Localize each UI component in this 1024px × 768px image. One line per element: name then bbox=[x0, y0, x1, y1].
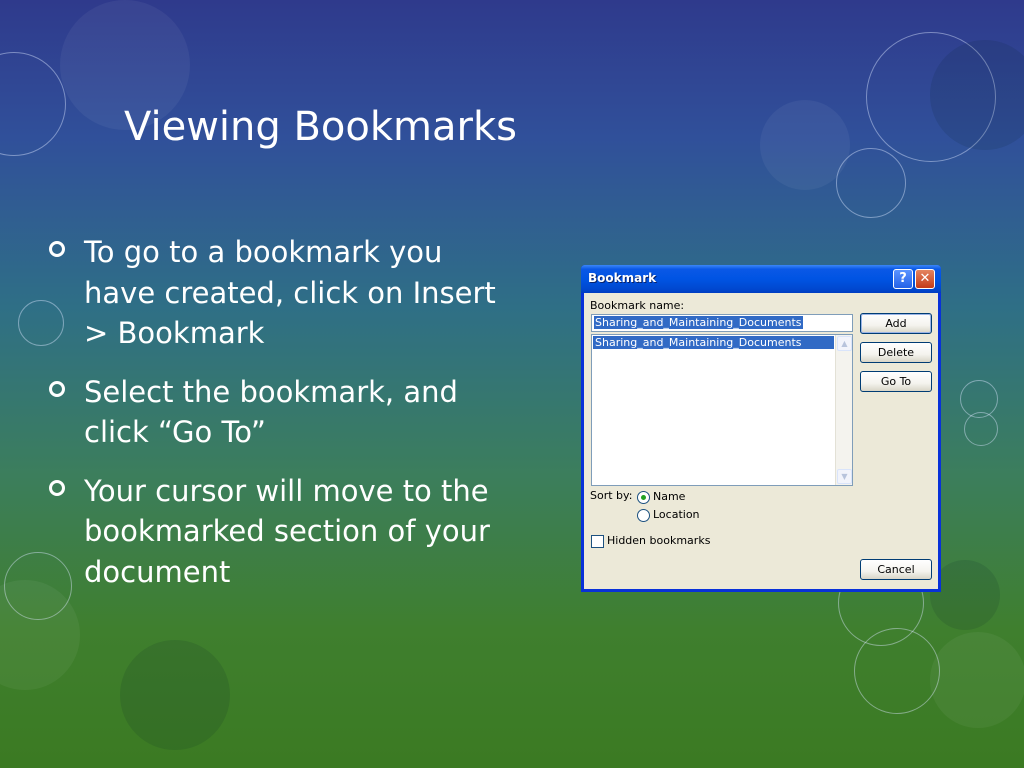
bullet-text: Your cursor will move to the bookmarked … bbox=[84, 473, 490, 589]
bullet-item: Select the bookmark, and click “Go To” bbox=[48, 372, 498, 453]
delete-button[interactable]: Delete bbox=[860, 342, 932, 363]
bokeh-circle bbox=[960, 380, 998, 418]
bokeh-circle bbox=[930, 632, 1024, 728]
hidden-bookmarks-checkbox[interactable] bbox=[591, 535, 604, 548]
bookmark-dialog-screenshot: Bookmark ? ✕ Bookmark name: Sharing_and_… bbox=[581, 265, 941, 592]
sort-location-label[interactable]: Location bbox=[653, 508, 700, 521]
bokeh-circle bbox=[930, 40, 1024, 150]
scroll-down-icon[interactable]: ▼ bbox=[837, 469, 852, 484]
bullet-circle-icon bbox=[49, 241, 65, 257]
bullet-text: To go to a bookmark you have created, cl… bbox=[84, 235, 496, 350]
sort-name-radio[interactable] bbox=[637, 491, 650, 504]
bullet-text: Select the bookmark, and click “Go To” bbox=[84, 374, 458, 450]
listbox-scrollbar[interactable]: ▲ ▼ bbox=[835, 335, 852, 485]
cancel-button[interactable]: Cancel bbox=[860, 559, 932, 580]
go-to-button[interactable]: Go To bbox=[860, 371, 932, 392]
slide-title: Viewing Bookmarks bbox=[124, 104, 517, 150]
radio-selected-dot bbox=[641, 495, 646, 500]
bokeh-circle bbox=[760, 100, 850, 190]
hidden-bookmarks-label[interactable]: Hidden bookmarks bbox=[607, 534, 710, 547]
bookmark-name-label: Bookmark name: bbox=[590, 299, 685, 312]
bokeh-circle bbox=[866, 32, 996, 162]
bookmark-name-input[interactable]: Sharing_and_Maintaining_Documents bbox=[591, 314, 853, 332]
sort-location-radio[interactable] bbox=[637, 509, 650, 522]
dialog-title: Bookmark bbox=[588, 271, 657, 285]
add-button[interactable]: Add bbox=[860, 313, 932, 334]
bullet-item: Your cursor will move to the bookmarked … bbox=[48, 471, 498, 593]
bokeh-circle bbox=[0, 52, 66, 156]
dialog-titlebar: Bookmark ? ✕ bbox=[581, 265, 941, 293]
sort-by-label: Sort by: bbox=[590, 489, 633, 502]
list-item[interactable]: Sharing_and_Maintaining_Documents bbox=[593, 336, 834, 349]
bookmark-listbox[interactable]: Sharing_and_Maintaining_Documents ▲ ▼ bbox=[591, 334, 853, 486]
sort-name-label[interactable]: Name bbox=[653, 490, 685, 503]
bullet-circle-icon bbox=[49, 479, 65, 496]
bokeh-circle bbox=[964, 412, 998, 446]
bokeh-circle bbox=[836, 148, 906, 218]
bullet-item: To go to a bookmark you have created, cl… bbox=[48, 232, 498, 354]
bokeh-circle bbox=[854, 628, 940, 714]
help-icon[interactable]: ? bbox=[893, 269, 913, 289]
close-icon[interactable]: ✕ bbox=[915, 269, 935, 289]
bookmark-name-value: Sharing_and_Maintaining_Documents bbox=[594, 316, 803, 329]
bullet-circle-icon bbox=[49, 380, 65, 397]
bullet-list: To go to a bookmark you have created, cl… bbox=[48, 232, 498, 610]
scroll-up-icon[interactable]: ▲ bbox=[837, 336, 852, 351]
bokeh-circle bbox=[120, 640, 230, 750]
